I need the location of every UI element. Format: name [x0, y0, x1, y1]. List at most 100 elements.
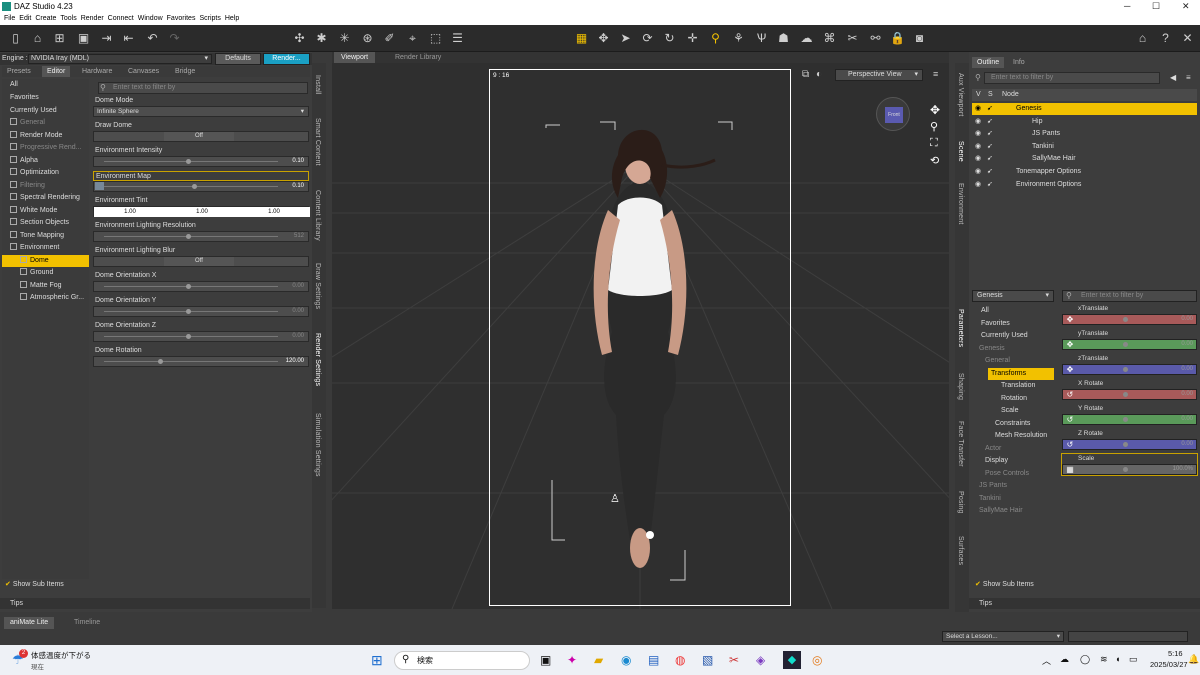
- slider-value[interactable]: 120.00: [286, 358, 304, 364]
- tool-4-icon[interactable]: ⊛: [360, 31, 375, 46]
- vtab-content-library[interactable]: Content Library: [314, 190, 321, 241]
- wifi-icon[interactable]: ≋: [1100, 654, 1108, 665]
- universal-tool-icon[interactable]: ✥: [596, 31, 611, 46]
- vtab-parameters[interactable]: Parameters: [957, 309, 964, 347]
- vtab-draw-settings[interactable]: Draw Settings: [314, 263, 321, 309]
- help-icon[interactable]: ?: [1158, 31, 1173, 46]
- tab-presets[interactable]: Presets: [2, 66, 36, 77]
- parameter-slider-track[interactable]: ↺ 0.00: [1062, 389, 1197, 400]
- vtab-scene[interactable]: Scene: [957, 141, 964, 162]
- slider-value[interactable]: 0.10: [292, 158, 304, 164]
- slider-knob[interactable]: [1123, 392, 1128, 397]
- parameter-group-item[interactable]: General: [982, 355, 1054, 367]
- store-icon[interactable]: ▤: [648, 653, 659, 667]
- home-icon[interactable]: ⌂: [1135, 31, 1150, 46]
- slider-knob[interactable]: [1123, 367, 1128, 372]
- parameter-value[interactable]: 0.00: [1181, 341, 1193, 347]
- env-light-res-slider[interactable]: 512: [93, 231, 309, 242]
- slider-knob[interactable]: [1123, 467, 1128, 472]
- vtab-simulation-settings[interactable]: Simulation Settings: [314, 413, 321, 477]
- menu-help[interactable]: Help: [225, 15, 239, 22]
- slider-knob[interactable]: [192, 184, 197, 189]
- settings-icon[interactable]: ✕: [1180, 31, 1195, 46]
- daz-studio-taskbar-icon[interactable]: ◆: [783, 651, 801, 669]
- vtab-smart-content[interactable]: Smart Content: [314, 118, 321, 166]
- tint-g-value[interactable]: 1.00: [166, 207, 238, 217]
- tray-chevron-icon[interactable]: ︿: [1042, 654, 1051, 667]
- parameter-group-item[interactable]: Currently Used: [978, 330, 1054, 342]
- tint-r-value[interactable]: 1.00: [94, 207, 166, 217]
- selectable-arrow-icon[interactable]: ➹: [987, 153, 993, 165]
- tool-6-icon[interactable]: ⌖: [405, 31, 420, 46]
- lesson-select[interactable]: Select a Lesson... ▾: [942, 631, 1064, 642]
- undo-icon[interactable]: ↶: [145, 31, 160, 46]
- menu-file[interactable]: File: [4, 15, 15, 22]
- tab-animate-lite[interactable]: aniMate Lite: [4, 617, 55, 629]
- parameter-group-item[interactable]: Mesh Resolution: [992, 430, 1054, 442]
- tool-1-icon[interactable]: ✣: [292, 31, 307, 46]
- parameter-slider-track[interactable]: ↺ 0.00: [1062, 414, 1197, 425]
- menu-tools[interactable]: Tools: [60, 15, 76, 22]
- parameter-slider-track[interactable]: ▦ 100.0%: [1062, 464, 1197, 475]
- parameter-value[interactable]: 0.00: [1181, 441, 1193, 447]
- scene-node-row[interactable]: ◉ ➹ Tankini: [972, 141, 1197, 153]
- selectable-arrow-icon[interactable]: ➹: [987, 103, 993, 115]
- parameter-group-item[interactable]: Translation: [998, 380, 1054, 392]
- parameter-group-item[interactable]: Display: [982, 455, 1054, 467]
- parameter-group-item[interactable]: Genesis: [976, 343, 1054, 355]
- slider-value[interactable]: 0.00: [292, 308, 304, 314]
- visibility-eye-icon[interactable]: ◉: [975, 166, 981, 178]
- visibility-eye-icon[interactable]: ◉: [975, 179, 981, 191]
- vtab-face-transfer[interactable]: Face Transfer: [957, 421, 964, 467]
- redo-icon[interactable]: ↷: [167, 31, 182, 46]
- tool-8-icon[interactable]: ☰: [450, 31, 465, 46]
- render-category-item[interactable]: Spectral Rendering: [2, 192, 89, 204]
- scene-menu-icon[interactable]: ≡: [1186, 73, 1191, 82]
- env-intensity-slider[interactable]: 0.10: [93, 156, 309, 167]
- render-category-item[interactable]: Ground: [2, 267, 89, 279]
- vtab-surfaces[interactable]: Surfaces: [957, 536, 964, 565]
- parameter-group-item[interactable]: Transforms: [988, 367, 1054, 380]
- volume-icon[interactable]: ◖: [1115, 654, 1120, 664]
- render-category-item[interactable]: Render Mode: [2, 130, 89, 142]
- tool-5-icon[interactable]: ✐: [382, 31, 397, 46]
- vtab-render-settings[interactable]: Render Settings: [314, 333, 321, 386]
- slider-value[interactable]: 0.10: [292, 183, 304, 189]
- render-category-item[interactable]: Matte Fog: [2, 280, 89, 292]
- render-category-item[interactable]: Currently Used: [2, 105, 89, 117]
- parameter-slider-track[interactable]: ↺ 0.00: [1062, 439, 1197, 450]
- tint-b-value[interactable]: 1.00: [238, 207, 310, 217]
- menu-connect[interactable]: Connect: [108, 15, 134, 22]
- app-2-icon[interactable]: ◈: [756, 653, 765, 667]
- scene-node-row[interactable]: ◉ ➹ SallyMae Hair: [972, 153, 1197, 165]
- visibility-eye-icon[interactable]: ◉: [975, 103, 981, 115]
- render-category-item[interactable]: Environment: [2, 242, 89, 254]
- task-view-icon[interactable]: ▣: [540, 653, 551, 667]
- render-category-item[interactable]: Dome: [2, 255, 89, 267]
- node-select-icon[interactable]: ▦: [574, 31, 589, 46]
- tab-bridge[interactable]: Bridge: [170, 66, 200, 77]
- view-select[interactable]: Perspective View ▾: [835, 69, 923, 81]
- dome-orient-z-slider[interactable]: 0.00: [93, 331, 309, 342]
- menu-create[interactable]: Create: [35, 15, 56, 22]
- selectable-arrow-icon[interactable]: ➹: [987, 179, 993, 191]
- snipping-icon[interactable]: ✂: [729, 653, 739, 667]
- render-category-item[interactable]: General: [2, 117, 89, 129]
- parameter-group-item[interactable]: Favorites: [978, 318, 1054, 330]
- parameter-value[interactable]: 0.00: [1181, 416, 1193, 422]
- tab-render-library[interactable]: Render Library: [390, 52, 446, 63]
- geometry-tool-icon[interactable]: Ѱ: [754, 31, 769, 46]
- parameter-slider-track[interactable]: ✥ 0.00: [1062, 339, 1197, 350]
- parameter-value[interactable]: 0.00: [1181, 391, 1193, 397]
- render-category-item[interactable]: Filtering: [2, 180, 89, 192]
- env-map-slider[interactable]: 0.10: [93, 181, 309, 192]
- lock-icon[interactable]: 🔒: [890, 31, 905, 46]
- spot-render-icon[interactable]: ⚯: [868, 31, 883, 46]
- render-category-item[interactable]: Progressive Rend...: [2, 142, 89, 154]
- parameters-node-select[interactable]: Genesis ▾: [972, 290, 1054, 302]
- slider-knob[interactable]: [158, 359, 163, 364]
- viewport-menu-icon[interactable]: ≡: [933, 69, 938, 79]
- copilot-icon[interactable]: ✦: [567, 653, 577, 667]
- render-category-item[interactable]: Favorites: [2, 92, 89, 104]
- clock-time[interactable]: 5:16: [1168, 649, 1183, 658]
